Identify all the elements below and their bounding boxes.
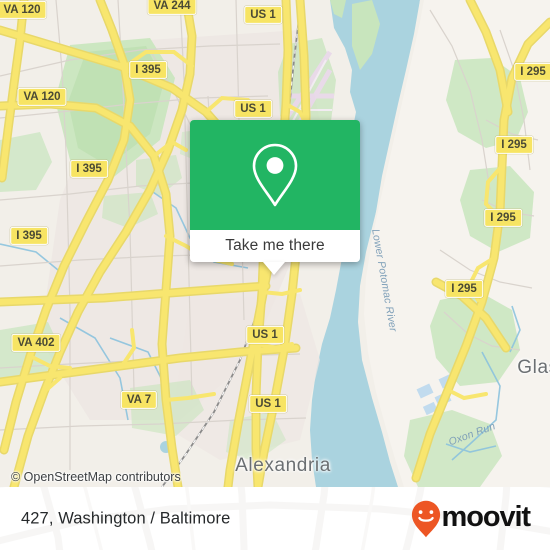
- water-label: Lower Potomac River: [369, 228, 400, 333]
- popup-image-panel: [190, 120, 360, 230]
- footer-bar: 427, Washington / Baltimore moovit: [0, 487, 550, 550]
- moovit-wordmark: moovit: [441, 500, 532, 533]
- osm-attribution[interactable]: © OpenStreetMap contributors: [11, 470, 181, 484]
- map-canvas[interactable]: VA 120 VA 244 US 1I 395 VA 120 US 1I 295 I 29…: [0, 0, 550, 487]
- station-title: 427, Washington / Baltimore: [21, 509, 231, 527]
- moovit-station-card: VA 120 VA 244 US 1I 395 VA 120 US 1I 295 I 29…: [0, 0, 550, 550]
- map-pin-icon: [252, 143, 298, 207]
- water-label: Oxon Run: [447, 420, 498, 449]
- popup-pointer-tail: [263, 262, 285, 275]
- take-me-there-button[interactable]: Take me there: [190, 230, 360, 262]
- moovit-logo[interactable]: moovit: [411, 500, 532, 538]
- moovit-smiley-pin-icon: [411, 500, 440, 537]
- station-popup-card[interactable]: Take me there: [190, 120, 360, 275]
